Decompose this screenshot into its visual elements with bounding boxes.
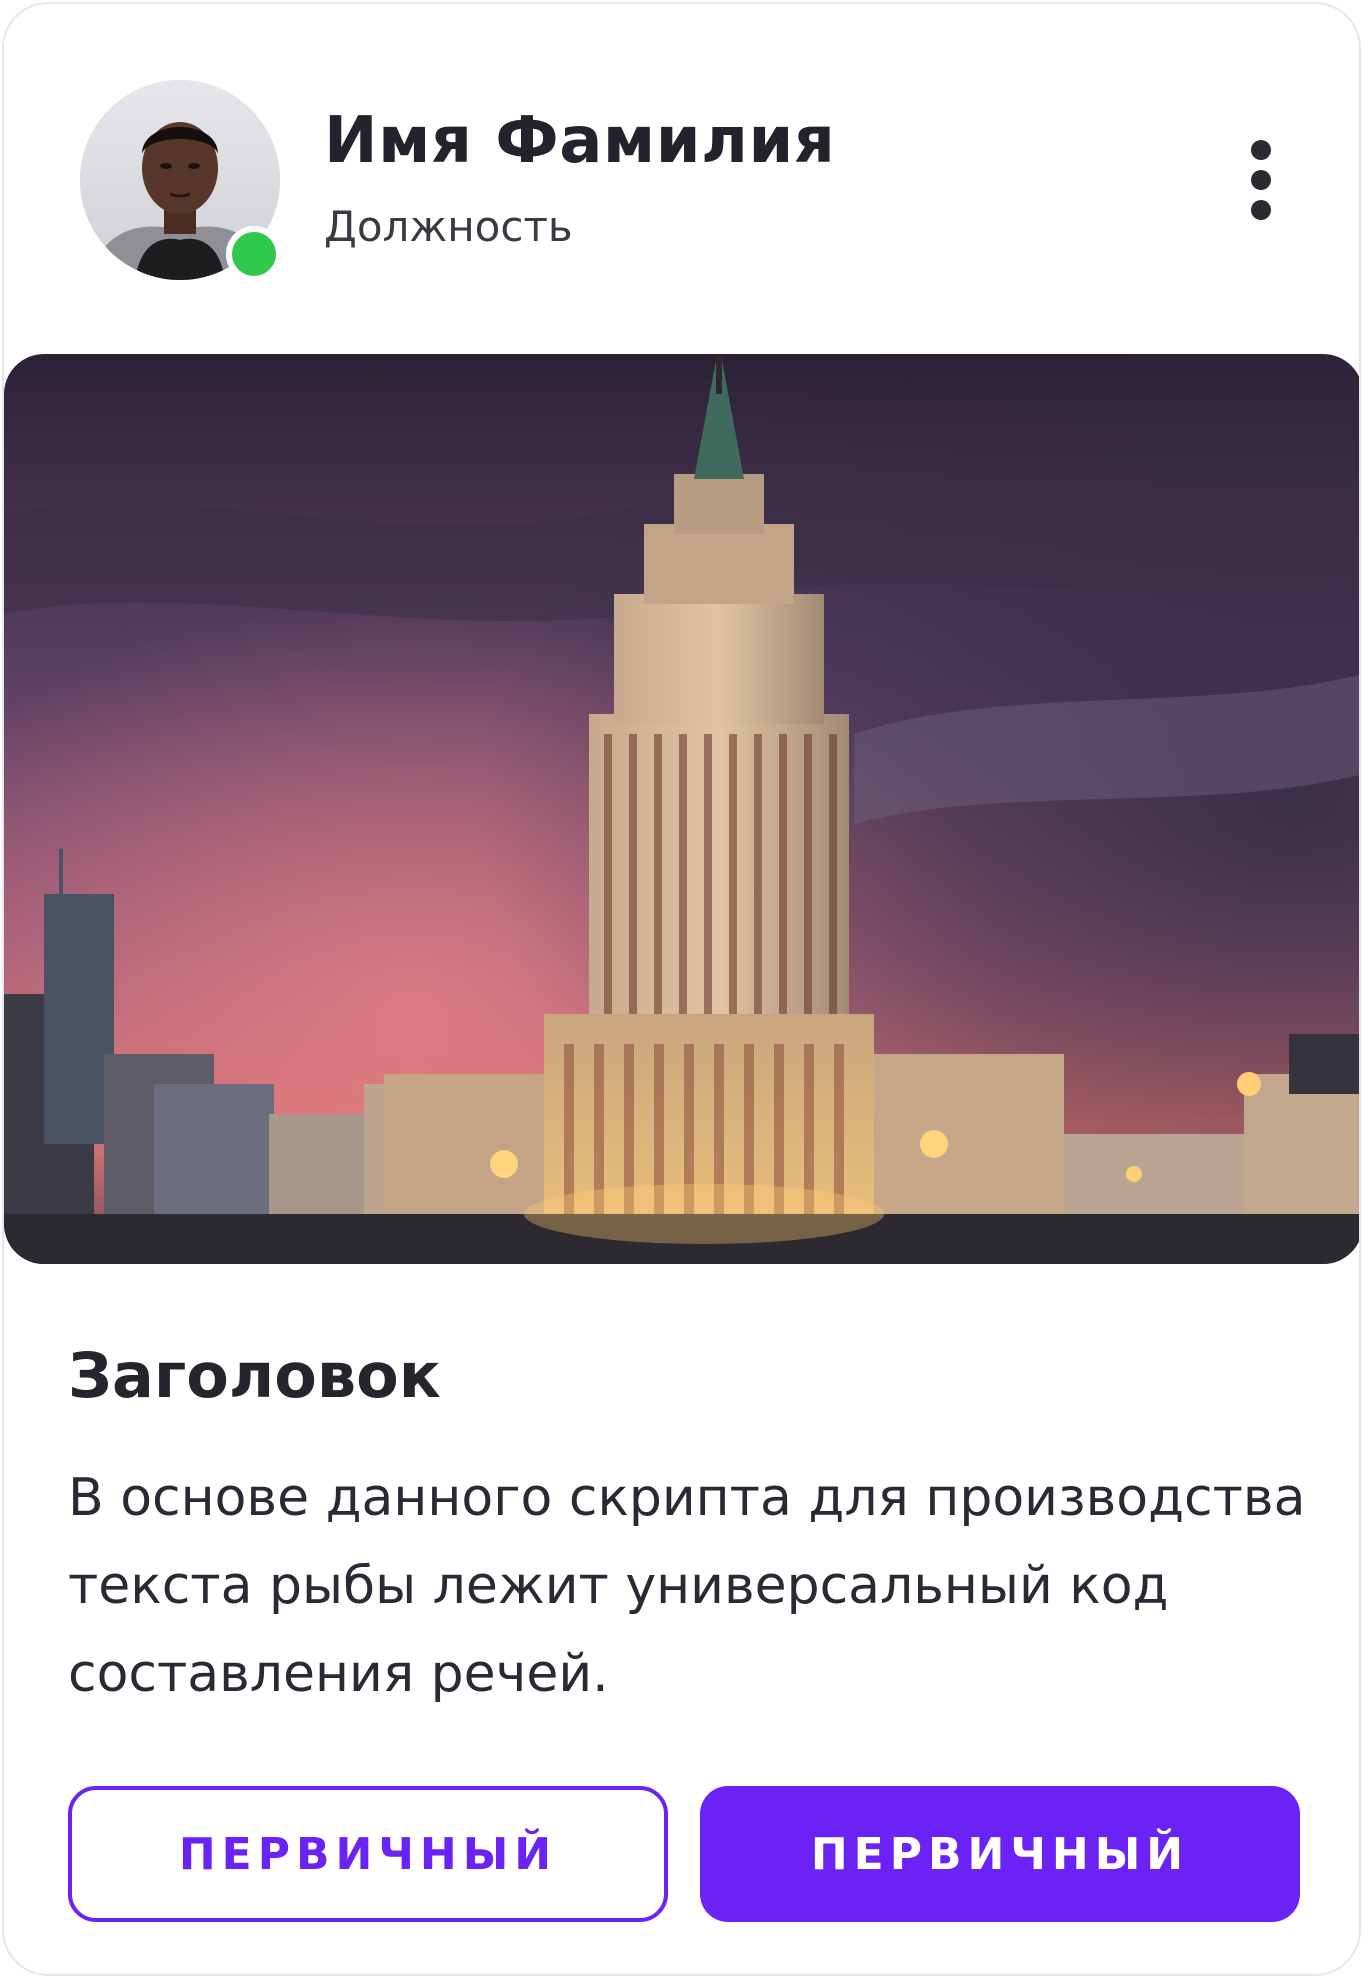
more-options-button[interactable] bbox=[1226, 130, 1296, 230]
post-card: Имя Фамилия Должность Заголовок В основе… bbox=[2, 2, 1361, 1976]
user-role: Должность bbox=[324, 202, 573, 251]
avatar[interactable] bbox=[80, 80, 282, 282]
card-description: В основе данного скрипта для производств… bbox=[68, 1468, 1306, 1704]
secondary-button[interactable]: ПЕРВИЧНЫЙ bbox=[68, 1786, 668, 1922]
card-title: Заголовок bbox=[68, 1339, 441, 1412]
post-image[interactable] bbox=[4, 354, 1359, 1264]
user-name: Имя Фамилия bbox=[324, 104, 836, 178]
primary-button[interactable]: ПЕРВИЧНЫЙ bbox=[700, 1786, 1300, 1922]
online-status-indicator bbox=[226, 226, 282, 282]
